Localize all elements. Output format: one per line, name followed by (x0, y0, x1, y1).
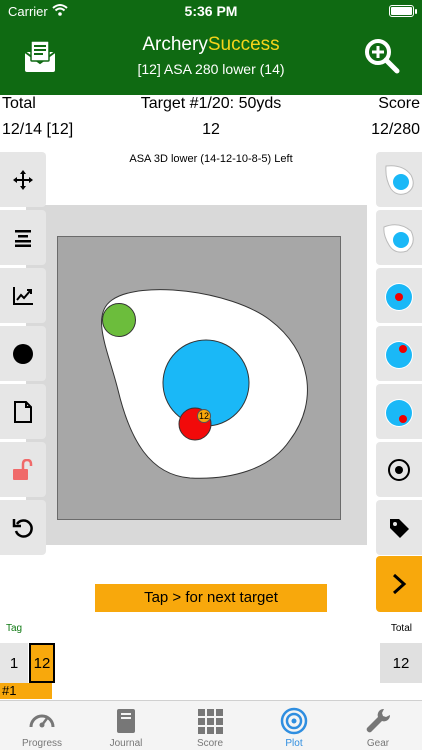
target-face-5-icon (385, 398, 413, 427)
target-face-3-icon (385, 282, 413, 311)
next-target-button[interactable] (376, 556, 422, 612)
arrow-index-cell[interactable]: 1 (0, 643, 28, 683)
document-icon (14, 400, 32, 423)
dot-icon (13, 343, 33, 364)
align-tool-button[interactable] (0, 210, 46, 265)
arrow-marker-label: 12 (198, 411, 209, 421)
tab-plot[interactable]: Plot (252, 701, 336, 750)
next-chevron-icon (392, 573, 407, 595)
target-icon (280, 707, 308, 735)
tab-progress-label: Progress (21, 738, 62, 749)
target-face-2-button[interactable] (376, 210, 422, 265)
tab-journal[interactable]: Journal (84, 701, 168, 750)
target-face-5-button[interactable] (376, 384, 422, 439)
target-face-4-button[interactable] (376, 326, 422, 381)
tab-plot-label: Plot (285, 738, 303, 749)
document-tool-button[interactable] (0, 384, 46, 439)
target-face-1-icon (385, 164, 414, 195)
move-icon (13, 169, 33, 190)
tab-score-label: Score (196, 738, 224, 749)
scoring-ring-green (102, 303, 136, 337)
undo-tool-button[interactable] (0, 500, 46, 555)
undo-icon (12, 518, 33, 538)
end-total-label: Total (390, 623, 412, 634)
arrow-score-cell[interactable]: 12 (29, 643, 55, 683)
target-scoring-rings[interactable] (0, 0, 422, 750)
tab-progress[interactable]: Progress (0, 701, 84, 750)
wrench-icon (366, 708, 391, 733)
unlock-icon (13, 458, 33, 480)
tab-gear[interactable]: Gear (336, 701, 420, 750)
tab-journal-label: Journal (109, 738, 143, 749)
end-number-label: #1 (0, 683, 52, 699)
book-icon (117, 709, 135, 733)
tag-icon (390, 518, 409, 538)
target-face-1-button[interactable] (376, 152, 422, 207)
chart-icon (13, 286, 33, 305)
crosshair-icon (388, 458, 410, 481)
align-icon (15, 229, 31, 247)
crosshair-tool-button[interactable] (376, 442, 422, 497)
dot-tool-button[interactable] (0, 326, 46, 381)
move-tool-button[interactable] (0, 152, 46, 207)
target-face-2-icon (383, 223, 414, 253)
tag-tool-button[interactable] (376, 500, 422, 555)
end-total-value: 12 (380, 643, 422, 683)
target-face-3-button[interactable] (376, 268, 422, 323)
gauge-icon (29, 714, 55, 728)
tab-score[interactable]: Score (168, 701, 252, 750)
tab-gear-label: Gear (366, 738, 390, 749)
arrow-marker[interactable]: 12 (197, 409, 211, 423)
next-target-banner[interactable]: Tap > for next target (95, 584, 327, 612)
tab-bar: Progress Journal Score Plot Gear (0, 700, 422, 750)
chart-tool-button[interactable] (0, 268, 46, 323)
lock-tool-button[interactable] (0, 442, 46, 497)
tag-label: Tag (6, 623, 23, 634)
grid-icon (198, 709, 223, 734)
target-face-4-icon (385, 340, 413, 369)
